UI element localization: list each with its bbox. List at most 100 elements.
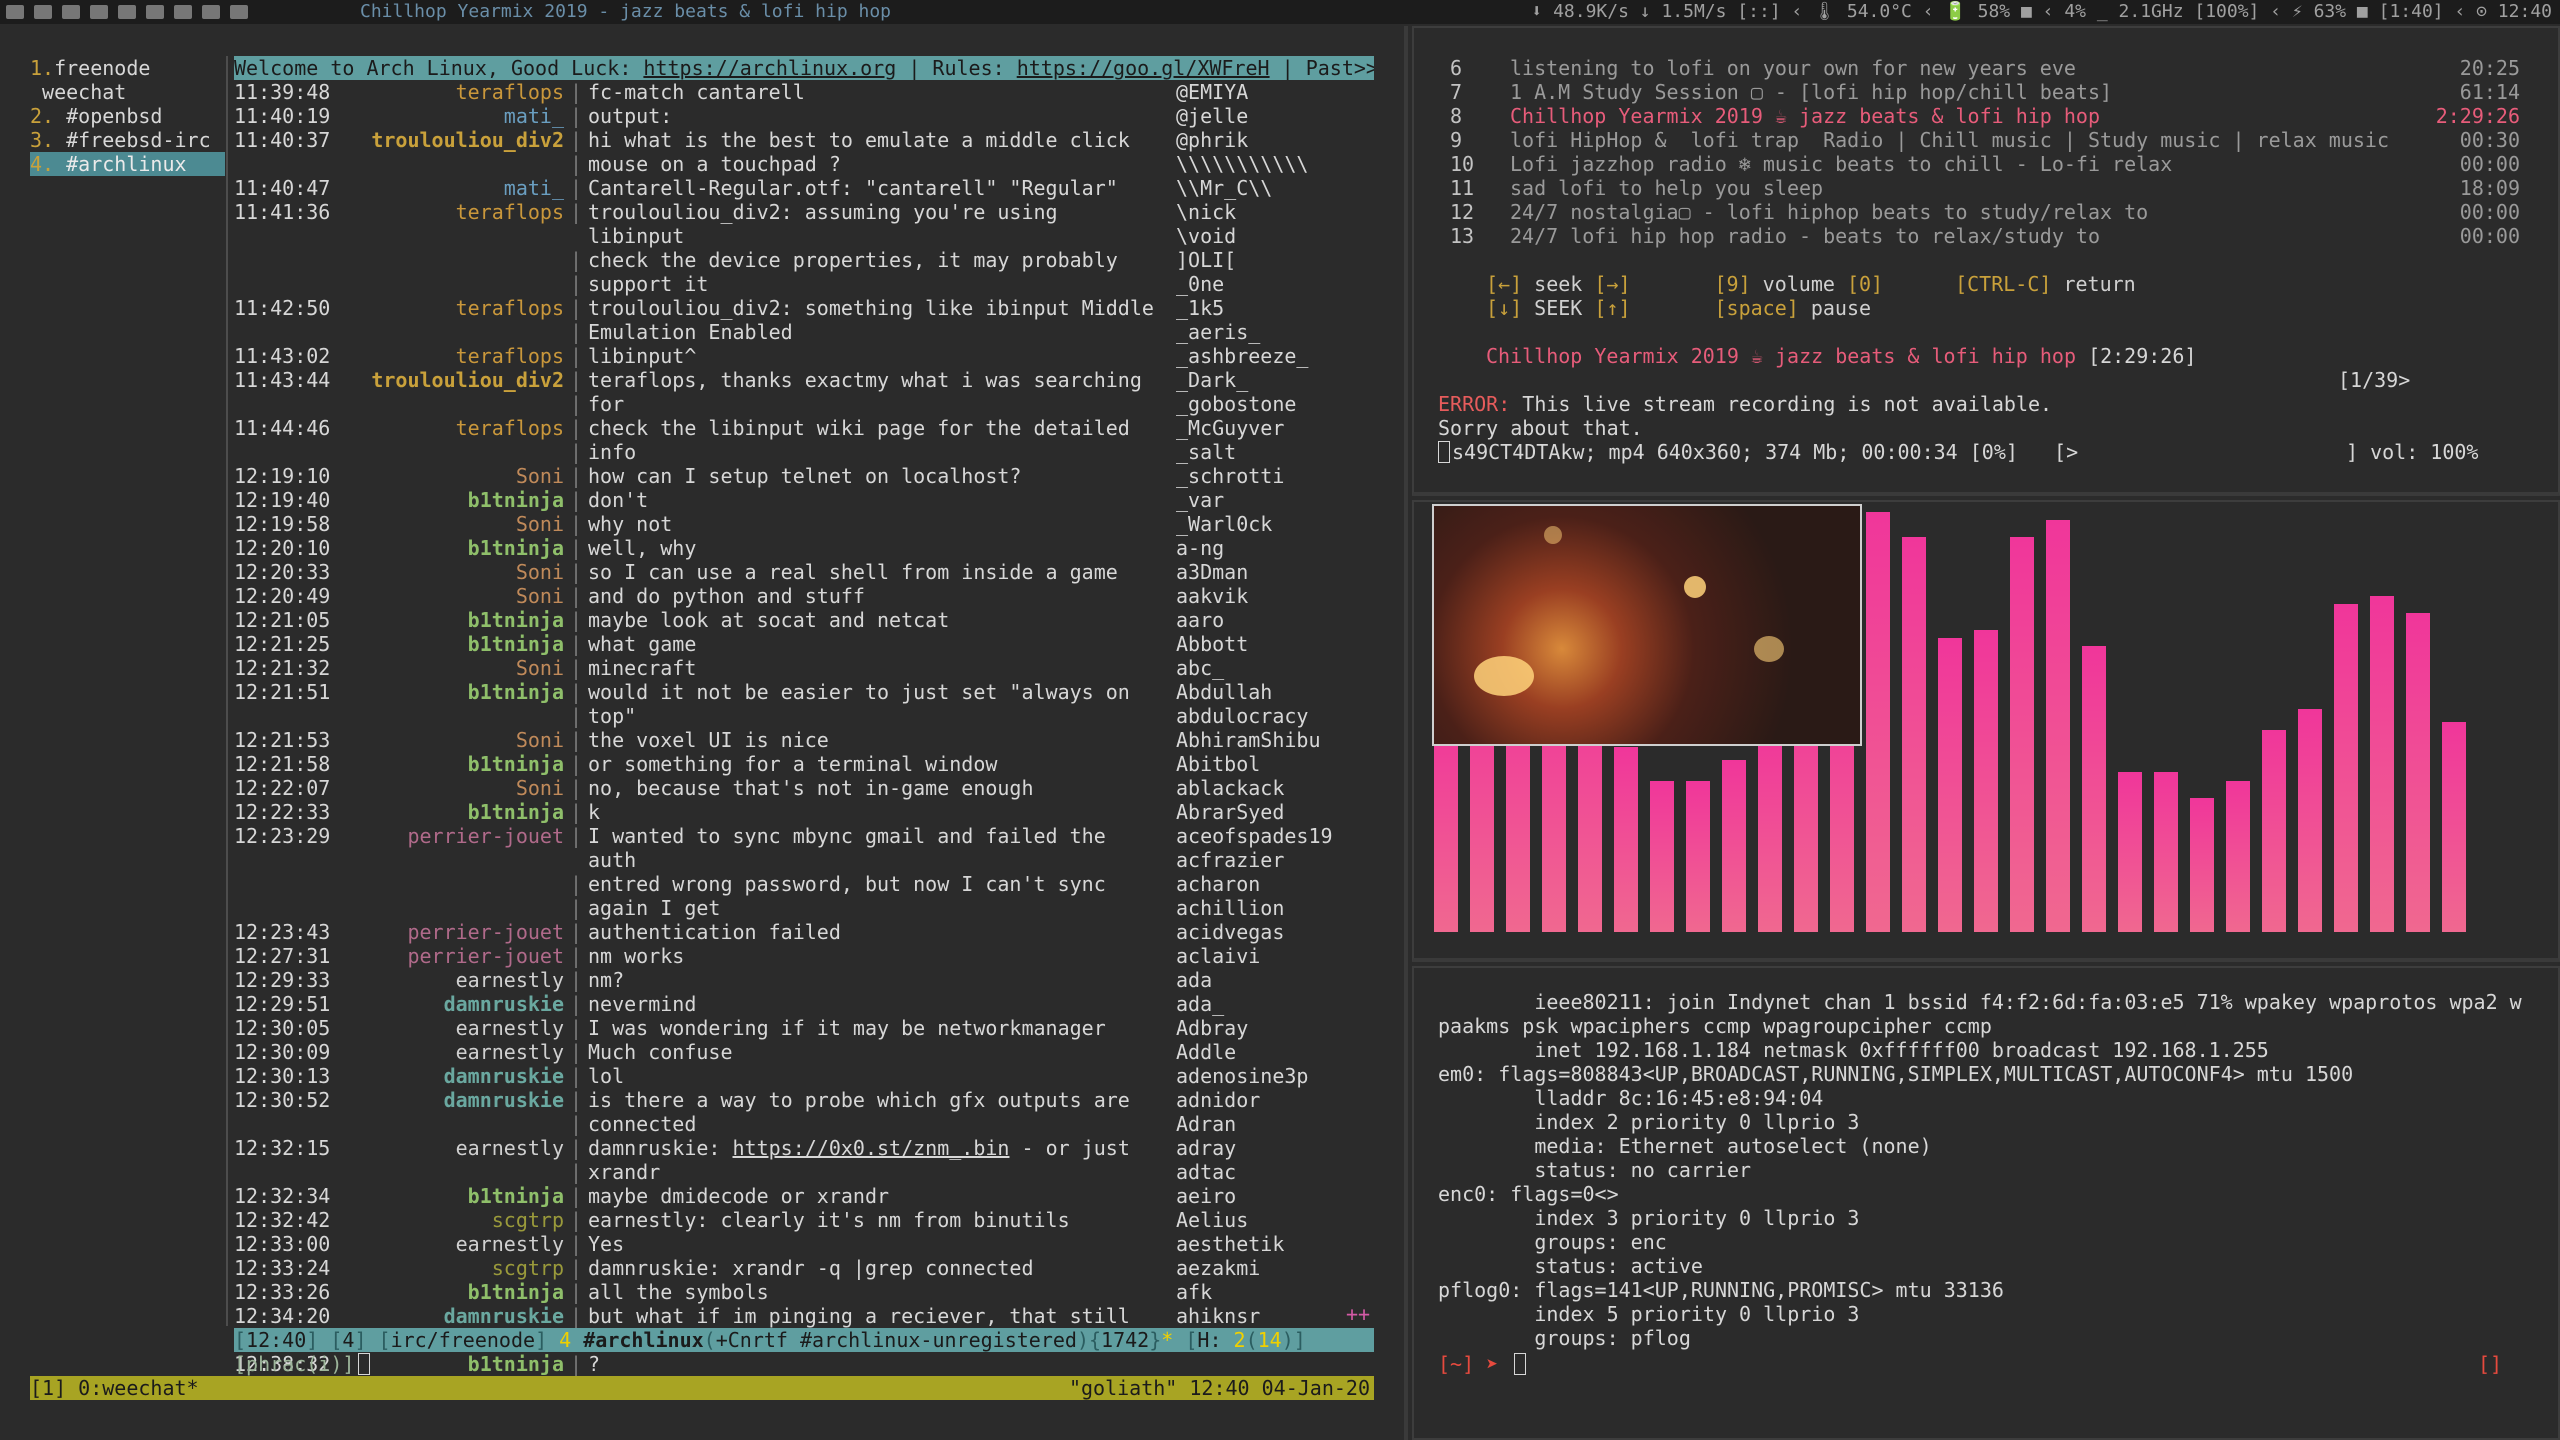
message-nick[interactable]: b1tninja — [340, 1184, 564, 1208]
nick-item[interactable]: aezakmi — [1176, 1256, 1366, 1280]
nick-item[interactable]: aclaivi — [1176, 944, 1366, 968]
message-nick[interactable]: perrier-jouet — [340, 944, 564, 968]
message-nick[interactable]: b1tninja — [340, 632, 564, 656]
nick-item[interactable]: aceofspades19 — [1176, 824, 1366, 848]
nick-item[interactable]: acfrazier — [1176, 848, 1366, 872]
nick-item[interactable]: Abdullah — [1176, 680, 1366, 704]
playlist-item[interactable]: 12 24/7 nostalgia▢ - lofi hiphop beats to… — [1450, 200, 2530, 224]
nick-item[interactable]: adray — [1176, 1136, 1366, 1160]
message-nick[interactable]: teraflops — [340, 80, 564, 104]
message-nick[interactable]: earnestly — [340, 1016, 564, 1040]
playlist[interactable]: 6 listening to lofi on your own for new y… — [1450, 56, 2530, 248]
nick-item[interactable]: a-ng — [1176, 536, 1366, 560]
message-nick[interactable]: teraflops — [340, 344, 564, 368]
message-nick[interactable]: Soni — [340, 728, 564, 752]
nick-item[interactable]: @jelle — [1176, 104, 1366, 128]
nick-item[interactable]: @phrik — [1176, 128, 1366, 152]
nick-item[interactable]: _Dark_ — [1176, 368, 1366, 392]
nick-item[interactable]: aakvik — [1176, 584, 1366, 608]
nick-item[interactable]: afk — [1176, 1280, 1366, 1304]
nick-item[interactable]: _ashbreeze_ — [1176, 344, 1366, 368]
buffer-item[interactable]: 1.freenode — [30, 56, 225, 80]
folder-icon[interactable] — [90, 5, 108, 19]
message-nick[interactable]: Soni — [340, 656, 564, 680]
message-nick[interactable]: b1tninja — [340, 536, 564, 560]
nick-item[interactable]: Abitbol — [1176, 752, 1366, 776]
playlist-item[interactable]: 13 24/7 lofi hip hop radio - beats to rel… — [1450, 224, 2530, 248]
nick-item[interactable]: abc_ — [1176, 656, 1366, 680]
message-nick[interactable]: teraflops — [340, 200, 564, 248]
message-nick[interactable]: damnruskie — [340, 1088, 564, 1112]
file-icon[interactable] — [118, 5, 136, 19]
nick-item[interactable]: Aelius — [1176, 1208, 1366, 1232]
message-nick[interactable]: b1tninja — [340, 800, 564, 824]
nick-item[interactable]: aesthetik — [1176, 1232, 1366, 1256]
playlist-item[interactable]: 10 Lofi jazzhop radio ❄ music beats to ch… — [1450, 152, 2530, 176]
topic-link-archlinux[interactable]: https://archlinux.org — [643, 56, 896, 80]
message-nick[interactable]: b1tninja — [340, 1280, 564, 1304]
message-nick[interactable]: mati_ — [340, 104, 564, 128]
workspace-icon[interactable] — [6, 5, 24, 19]
nick-item[interactable]: Adran — [1176, 1112, 1366, 1136]
nick-item[interactable]: aeiro — [1176, 1184, 1366, 1208]
buffer-item[interactable]: 3. #freebsd-irc — [30, 128, 225, 152]
nick-item[interactable]: adenosine3p — [1176, 1064, 1366, 1088]
message-nick[interactable]: scgtrp — [340, 1208, 564, 1232]
nick-item[interactable]: AbrarSyed — [1176, 800, 1366, 824]
link-icon[interactable] — [174, 5, 192, 19]
shell-prompt[interactable]: [~] ➤ — [1438, 1352, 1527, 1376]
weechat-input[interactable]: [phrac(i)] — [234, 1352, 371, 1376]
message-nick[interactable]: teraflops — [340, 296, 564, 320]
nick-item[interactable]: _Warl0ck — [1176, 512, 1366, 536]
nick-item[interactable]: Adbray — [1176, 1016, 1366, 1040]
nick-item[interactable]: adnidor — [1176, 1088, 1366, 1112]
message-nick[interactable]: b1tninja — [340, 1352, 564, 1376]
playlist-item[interactable]: 11 sad lofi to help you sleep 18:09 — [1450, 176, 2530, 200]
buffer-item[interactable]: weechat — [30, 80, 225, 104]
message-nick[interactable]: damnruskie — [340, 1064, 564, 1088]
nick-item[interactable]: _salt — [1176, 440, 1366, 464]
nick-item[interactable]: Addle — [1176, 1040, 1366, 1064]
playlist-item[interactable]: 8 Chillhop Yearmix 2019 ☕ jazz beats & lo… — [1450, 104, 2530, 128]
nick-item[interactable]: ahiknsr — [1176, 1304, 1366, 1328]
nick-item[interactable]: _schrotti — [1176, 464, 1366, 488]
message-nick[interactable]: Soni — [340, 464, 564, 488]
nick-item[interactable]: \void — [1176, 224, 1366, 248]
nick-list[interactable]: @EMIYA @jelle @phrik \\\\\\\\\\\ \\Mr_C\\ \ni… — [1176, 80, 1366, 1328]
nick-item[interactable]: acharon — [1176, 872, 1366, 896]
browser-icon[interactable] — [34, 5, 52, 19]
nick-item[interactable]: a3Dman — [1176, 560, 1366, 584]
nick-item[interactable]: _1k5 — [1176, 296, 1366, 320]
playlist-item[interactable]: 9 lofi HipHop & lofi trap Radio | Chill m… — [1450, 128, 2530, 152]
nick-item[interactable]: _aeris_ — [1176, 320, 1366, 344]
nick-item[interactable]: AbhiramShibu — [1176, 728, 1366, 752]
nick-item[interactable]: @EMIYA — [1176, 80, 1366, 104]
nick-item[interactable]: _0ne — [1176, 272, 1366, 296]
message-nick[interactable]: mati_ — [340, 176, 564, 200]
chat-log[interactable]: 11:39:48 teraflops | fc-match cantarell 11:4… — [234, 80, 1164, 1376]
nick-item[interactable]: aaro — [1176, 608, 1366, 632]
chat-icon[interactable] — [62, 5, 80, 19]
message-nick[interactable]: earnestly — [340, 1040, 564, 1064]
message-nick[interactable]: perrier-jouet — [340, 824, 564, 872]
nick-item[interactable]: abdulocracy — [1176, 704, 1366, 728]
message-nick[interactable]: damnruskie — [340, 1304, 564, 1328]
nick-item[interactable]: acidvegas — [1176, 920, 1366, 944]
camera-icon[interactable] — [202, 5, 220, 19]
message-nick[interactable]: troulouliou_div2 — [340, 128, 564, 152]
grid-icon[interactable] — [230, 5, 248, 19]
playlist-item[interactable]: 6 listening to lofi on your own for new y… — [1450, 56, 2530, 80]
save-icon[interactable] — [146, 5, 164, 19]
message-nick[interactable]: b1tninja — [340, 752, 564, 776]
tmux-window-list[interactable]: [1] 0:weechat* — [30, 1376, 199, 1400]
nick-item[interactable]: _gobostone — [1176, 392, 1366, 416]
nick-item[interactable]: _McGuyver — [1176, 416, 1366, 440]
message-link[interactable]: https://0x0.st/znm_.bin — [733, 1136, 1010, 1160]
nick-item[interactable]: adtac — [1176, 1160, 1366, 1184]
nick-item[interactable]: \\Mr_C\\ — [1176, 176, 1366, 200]
nick-item[interactable]: _var — [1176, 488, 1366, 512]
nick-item[interactable]: \\\\\\\\\\\ — [1176, 152, 1366, 176]
nick-item[interactable]: ada_ — [1176, 992, 1366, 1016]
nick-item[interactable]: achillion — [1176, 896, 1366, 920]
message-nick[interactable]: damnruskie — [340, 992, 564, 1016]
